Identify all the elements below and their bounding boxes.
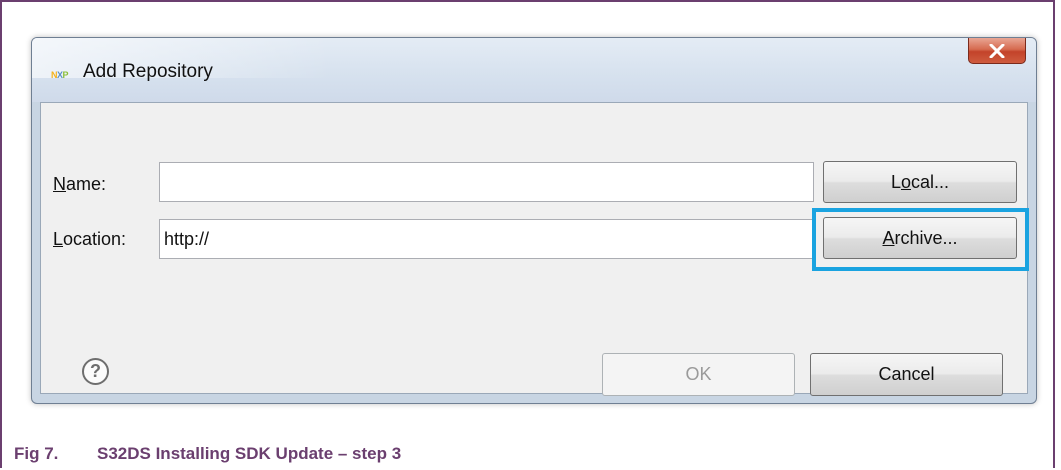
figure-caption: Fig 7. S32DS Installing SDK Update – step…	[14, 444, 401, 464]
name-input[interactable]	[159, 162, 814, 202]
nxp-logo-icon: NXP	[51, 70, 69, 80]
close-button[interactable]	[968, 38, 1026, 64]
location-label: Location:	[53, 229, 127, 249]
help-icon[interactable]: ?	[82, 358, 109, 385]
archive-button[interactable]: Archive...	[823, 217, 1017, 259]
location-input[interactable]: http://	[159, 219, 814, 259]
figure-caption-text: S32DS Installing SDK Update – step 3	[97, 444, 402, 463]
name-label: Name:	[53, 174, 107, 194]
local-button[interactable]: Lo cal...	[823, 161, 1017, 203]
window-title: Add Repository	[83, 61, 213, 82]
cancel-button[interactable]: Cancel	[810, 353, 1003, 396]
dialog-body: Name: Lo cal... Location: http:// Archive…	[40, 102, 1029, 396]
title-bar[interactable]: NXP Add Repository	[32, 38, 1036, 102]
figure-number: Fig 7.	[14, 444, 59, 463]
add-repository-dialog: NXP Add Repository Name: Lo cal... Locati…	[31, 37, 1037, 404]
ok-button[interactable]: OK	[602, 353, 795, 396]
close-icon	[989, 43, 1005, 58]
